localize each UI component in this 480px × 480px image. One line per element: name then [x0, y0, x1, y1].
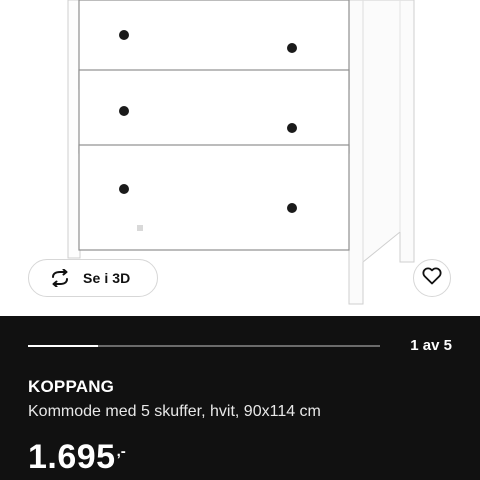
- product-image-area[interactable]: Se i 3D: [0, 0, 480, 316]
- favorite-button[interactable]: [413, 259, 451, 297]
- drawer-knob: [287, 123, 297, 133]
- product-description: Kommode med 5 skuffer, hvit, 90x114 cm: [28, 403, 321, 420]
- rotate-arrows-icon: [47, 268, 73, 288]
- heart-icon: [422, 266, 442, 290]
- gallery-progress-bar: [28, 345, 380, 347]
- drawer-knob: [287, 203, 297, 213]
- gallery-progress-fill: [28, 345, 99, 347]
- drawer-knob: [119, 30, 129, 40]
- product-price: 1.695 ,-: [28, 435, 126, 479]
- price-suffix: ,-: [116, 443, 126, 460]
- gallery-pagination: 1 av 5: [410, 337, 452, 354]
- view-3d-button[interactable]: Se i 3D: [28, 259, 158, 297]
- drawer-knob: [119, 106, 129, 116]
- drawer-knob: [119, 184, 129, 194]
- drawer-knob: [287, 43, 297, 53]
- product-name: KOPPANG: [28, 377, 115, 396]
- view-3d-label: Se i 3D: [83, 270, 131, 286]
- price-amount: 1.695: [28, 438, 116, 476]
